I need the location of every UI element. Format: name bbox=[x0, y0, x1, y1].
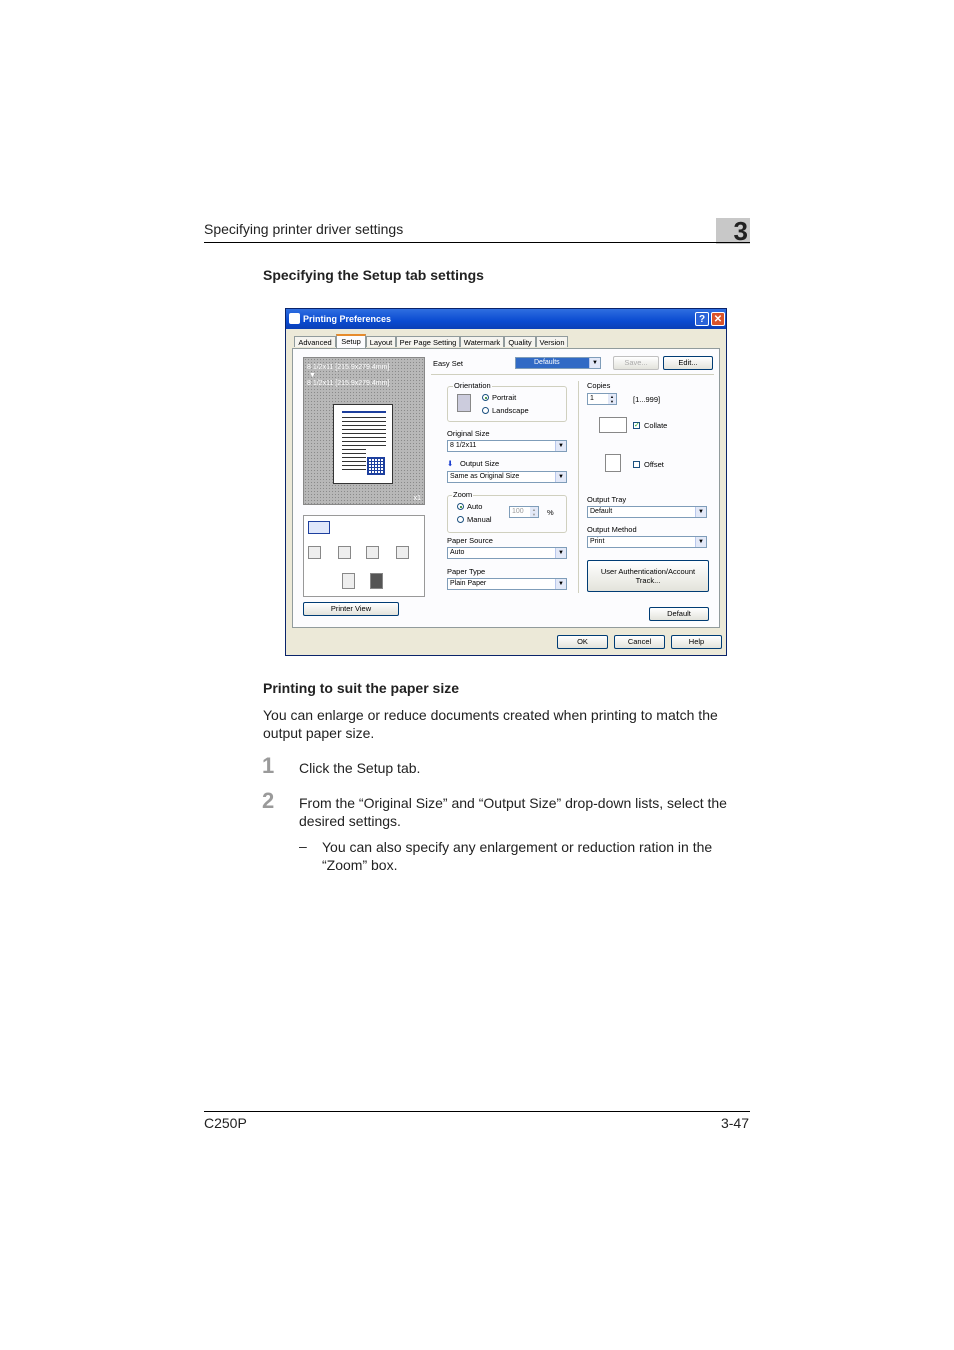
output-size-arrow-icon: ⬇ bbox=[447, 459, 454, 468]
section-heading: Specifying the Setup tab settings bbox=[263, 267, 484, 283]
landscape-radio[interactable] bbox=[482, 407, 489, 414]
finishing-grid-icon bbox=[367, 457, 385, 475]
printer-icon bbox=[289, 313, 300, 324]
step-number: 1 bbox=[262, 753, 275, 778]
paper-source-dropdown[interactable]: Auto ▼ bbox=[447, 547, 567, 559]
collate-label: Collate bbox=[644, 421, 668, 430]
dialog-titlebar: Printing Preferences ? ✕ bbox=[286, 309, 726, 329]
paper-type-dropdown[interactable]: Plain Paper ▼ bbox=[447, 578, 567, 590]
substep-dash: – bbox=[299, 838, 307, 854]
zoom-auto-label: Auto bbox=[467, 502, 483, 511]
offset-label: Offset bbox=[644, 460, 664, 469]
punch-icon bbox=[366, 546, 379, 559]
help-button[interactable]: Help bbox=[671, 635, 722, 649]
cover-icon bbox=[370, 573, 383, 589]
printer-unit-icon bbox=[308, 521, 330, 534]
footer-model: C250P bbox=[204, 1115, 247, 1131]
tab-watermark[interactable]: Watermark bbox=[460, 336, 504, 347]
portrait-label: Portrait bbox=[492, 393, 517, 402]
landscape-label: Landscape bbox=[492, 406, 529, 415]
footer-page-number: 3-47 bbox=[720, 1115, 749, 1131]
preview-original-size: 8 1/2x11 [215.9x279.4mm] bbox=[307, 364, 390, 371]
easy-set-dropdown[interactable]: Defaults ▼ bbox=[515, 357, 601, 369]
output-size-dropdown[interactable]: Same as Original Size ▼ bbox=[447, 471, 567, 483]
output-tray-dropdown[interactable]: Default ▼ bbox=[587, 506, 707, 518]
copies-stepper[interactable]: 1 ▲ ▼ bbox=[587, 393, 617, 405]
original-size-dropdown[interactable]: 8 1/2x11 ▼ bbox=[447, 440, 567, 452]
staple-icon bbox=[338, 546, 351, 559]
header-rule bbox=[204, 242, 750, 243]
paper-source-label: Paper Source bbox=[447, 536, 493, 545]
offset-checkbox[interactable] bbox=[633, 461, 640, 468]
setup-tab-panel: 8 1/2x11 [215.9x279.4mm] ▼ 8 1/2x11 [215… bbox=[292, 348, 720, 628]
zoom-auto-radio[interactable] bbox=[457, 503, 464, 510]
tab-quality[interactable]: Quality bbox=[504, 336, 536, 347]
default-button[interactable]: Default bbox=[649, 607, 709, 621]
edit-button[interactable]: Edit... bbox=[663, 356, 713, 370]
help-title-button[interactable]: ? bbox=[695, 312, 709, 326]
copies-range: [1...999] bbox=[633, 395, 661, 404]
step-number: 2 bbox=[262, 788, 275, 813]
intro-paragraph: You can enlarge or reduce documents crea… bbox=[263, 707, 718, 741]
original-size-label: Original Size bbox=[447, 429, 490, 438]
zoom-manual-label: Manual bbox=[467, 515, 492, 524]
portrait-radio[interactable] bbox=[482, 394, 489, 401]
tab-advanced[interactable]: Advanced bbox=[294, 336, 336, 347]
paper-type-label: Paper Type bbox=[447, 567, 486, 576]
fold-icon bbox=[396, 546, 409, 559]
close-icon[interactable]: ✕ bbox=[711, 312, 725, 326]
subheading: Printing to suit the paper size bbox=[263, 680, 460, 696]
user-authentication-button[interactable]: User Authentication/Account Track... bbox=[587, 560, 709, 592]
output-tray-label: Output Tray bbox=[587, 495, 627, 504]
output-size-label: Output Size bbox=[460, 459, 500, 468]
preview-arrow-icon: ▼ bbox=[309, 372, 316, 379]
tray-icon bbox=[342, 573, 355, 589]
running-header-title: Specifying printer driver settings bbox=[204, 221, 404, 237]
tab-per-page-setting[interactable]: Per Page Setting bbox=[396, 336, 460, 347]
portrait-page-icon bbox=[457, 394, 471, 412]
preview-page-icon bbox=[333, 404, 393, 484]
copies-label: Copies bbox=[587, 381, 611, 390]
orientation-label: Orientation bbox=[453, 381, 492, 390]
output-method-dropdown[interactable]: Print ▼ bbox=[587, 536, 707, 548]
dialog-title: Printing Preferences bbox=[303, 314, 392, 324]
footer-rule bbox=[204, 1111, 750, 1112]
page-preview: 8 1/2x11 [215.9x279.4mm] ▼ 8 1/2x11 [215… bbox=[303, 357, 425, 505]
preview-output-size: 8 1/2x11 [215.9x279.4mm] bbox=[307, 380, 390, 387]
zoom-manual-radio[interactable] bbox=[457, 516, 464, 523]
preview-scale: x1 bbox=[413, 495, 421, 502]
ok-button[interactable]: OK bbox=[557, 635, 608, 649]
printer-option-icons bbox=[303, 515, 425, 597]
collate-icon bbox=[599, 417, 627, 433]
substep-text: You can also specify any enlargement or … bbox=[322, 839, 713, 873]
printer-view-button[interactable]: Printer View bbox=[303, 602, 399, 616]
zoom-unit: % bbox=[547, 508, 554, 517]
output-method-label: Output Method bbox=[587, 525, 637, 534]
cancel-button[interactable]: Cancel bbox=[614, 635, 665, 649]
zoom-value-stepper[interactable]: 100 ▲ ▼ bbox=[509, 506, 539, 518]
tab-setup[interactable]: Setup bbox=[336, 334, 366, 348]
tab-version[interactable]: Version bbox=[536, 336, 568, 347]
save-button[interactable]: Save... bbox=[613, 356, 659, 370]
step-text: From the “Original Size” and “Output Siz… bbox=[299, 795, 727, 829]
easy-set-label: Easy Set bbox=[433, 359, 464, 368]
offset-icon bbox=[605, 454, 621, 472]
tab-layout[interactable]: Layout bbox=[366, 336, 396, 347]
duplex-icon bbox=[308, 546, 321, 559]
zoom-label: Zoom bbox=[452, 490, 474, 499]
step-text: Click the Setup tab. bbox=[299, 760, 421, 776]
collate-checkbox[interactable]: ✓ bbox=[633, 422, 640, 429]
printing-preferences-dialog: Printing Preferences ? ✕ Advanced Setup … bbox=[285, 308, 727, 656]
